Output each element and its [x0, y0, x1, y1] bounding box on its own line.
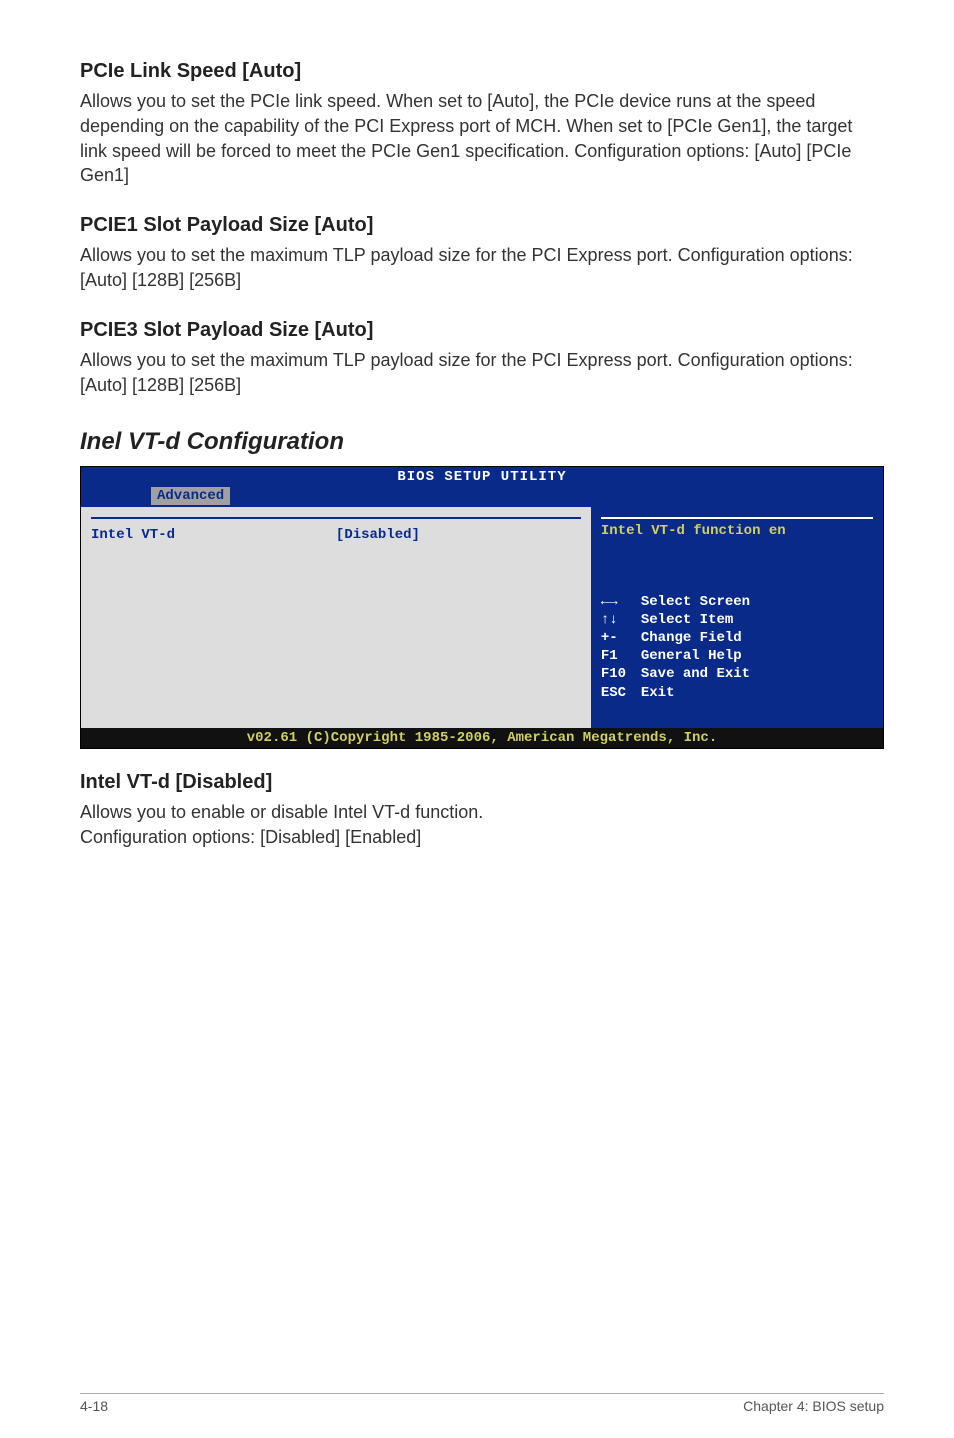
help-label-change-field: Change Field [641, 629, 742, 647]
help-key-arrows-ud: ↑↓ [601, 611, 641, 629]
bios-left-pane: Intel VT-d [Disabled] [81, 507, 591, 728]
bios-help-legend: ←→Select Screen ↑↓Select Item +-Change F… [601, 593, 873, 722]
bios-item-description: Intel VT-d function en [601, 523, 873, 539]
bios-tab-row: Advanced [81, 487, 883, 507]
help-label-select-item: Select Item [641, 611, 733, 629]
page-footer: 4-18 Chapter 4: BIOS setup [80, 1393, 884, 1414]
help-key-plusminus: +- [601, 629, 641, 647]
bios-right-pane: Intel VT-d function en ←→Select Screen ↑… [591, 507, 883, 728]
bios-title: BIOS SETUP UTILITY [81, 467, 883, 487]
body-pcie3-payload: Allows you to set the maximum TLP payloa… [80, 348, 884, 398]
body-pcie-link-speed: Allows you to set the PCIe link speed. W… [80, 89, 884, 188]
help-label-save-exit: Save and Exit [641, 665, 750, 683]
bios-tab-advanced[interactable]: Advanced [151, 487, 230, 505]
help-key-f1: F1 [601, 647, 641, 665]
bios-setup-window: BIOS SETUP UTILITY Advanced Intel VT-d [… [80, 466, 884, 749]
body-intel-vtd-disabled: Allows you to enable or disable Intel VT… [80, 800, 884, 850]
help-label-general-help: General Help [641, 647, 742, 665]
heading-pcie-link-speed: PCIe Link Speed [Auto] [80, 60, 884, 83]
page-number: 4-18 [80, 1398, 108, 1414]
help-key-esc: ESC [601, 684, 641, 702]
help-label-select-screen: Select Screen [641, 593, 750, 611]
chapter-label: Chapter 4: BIOS setup [743, 1398, 884, 1414]
heading-pcie1-payload: PCIE1 Slot Payload Size [Auto] [80, 214, 884, 237]
help-key-arrows-lr: ←→ [601, 593, 641, 611]
bios-item-vtd[interactable]: Intel VT-d [Disabled] [91, 527, 581, 543]
heading-vtd-config: Inel VT-d Configuration [80, 428, 884, 456]
bios-copyright-footer: v02.61 (C)Copyright 1985-2006, American … [81, 728, 883, 748]
body-pcie1-payload: Allows you to set the maximum TLP payloa… [80, 243, 884, 293]
bios-item-label: Intel VT-d [91, 527, 336, 543]
help-key-f10: F10 [601, 665, 641, 683]
heading-intel-vtd-disabled: Intel VT-d [Disabled] [80, 771, 884, 794]
bios-item-value: [Disabled] [336, 527, 420, 543]
help-label-exit: Exit [641, 684, 675, 702]
heading-pcie3-payload: PCIE3 Slot Payload Size [Auto] [80, 319, 884, 342]
